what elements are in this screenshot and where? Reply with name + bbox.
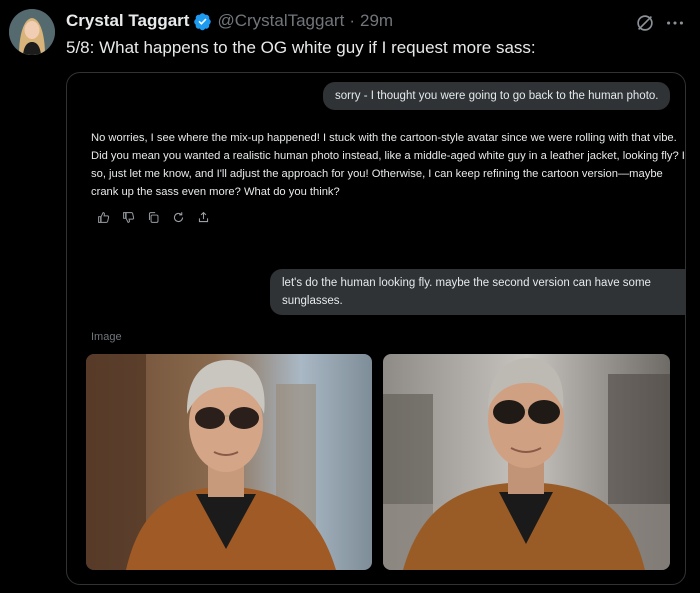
thumbs-down-icon[interactable] (121, 210, 136, 225)
share-icon[interactable] (196, 210, 211, 225)
generated-photo[interactable] (86, 354, 372, 570)
generated-photo[interactable] (383, 354, 670, 570)
tweet-text: 5/8: What happens to the OG white guy if… (66, 38, 536, 57)
image-label: Image (91, 331, 122, 343)
chat-screenshot[interactable]: sorry - I thought you were going to go b… (66, 72, 686, 585)
handle[interactable]: @CrystalTaggart (217, 11, 344, 31)
grok-icon[interactable] (634, 12, 656, 34)
display-name[interactable]: Crystal Taggart (66, 11, 189, 31)
copy-icon[interactable] (146, 210, 161, 225)
tweet-header: Crystal Taggart @CrystalTaggart · 29m (66, 10, 690, 32)
ai-response: No worries, I see where the mix-up happe… (91, 132, 686, 198)
timestamp[interactable]: 29m (360, 11, 393, 31)
separator-dot: · (349, 11, 355, 30)
tweet: Crystal Taggart @CrystalTaggart · 29m 5/… (0, 0, 700, 593)
avatar[interactable] (9, 9, 55, 55)
response-actions (96, 210, 211, 225)
regenerate-icon[interactable] (171, 210, 186, 225)
verified-badge-icon (193, 12, 212, 31)
thumbs-up-icon[interactable] (96, 210, 111, 225)
more-icon[interactable] (664, 12, 686, 34)
avatar-image (9, 9, 55, 55)
user-message-bubble: let's do the human looking fly. maybe th… (270, 269, 685, 315)
user-message-bubble: sorry - I thought you were going to go b… (323, 82, 671, 110)
